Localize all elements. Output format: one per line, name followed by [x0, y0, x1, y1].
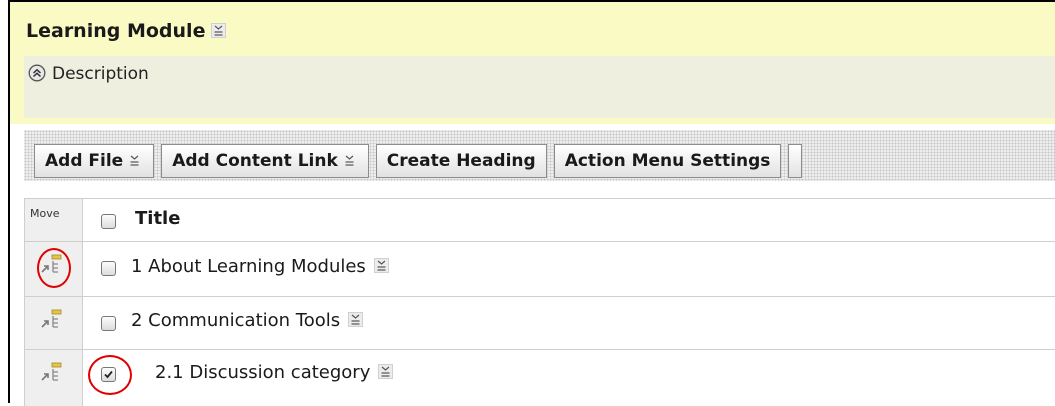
title-column-header: Title: [135, 208, 181, 229]
table-row: 1 About Learning Modules: [25, 242, 1055, 297]
row-checkbox-checked[interactable]: [101, 367, 116, 382]
move-drag-icon[interactable]: [38, 360, 64, 384]
move-cell: [25, 297, 83, 349]
row-title[interactable]: 2.1 Discussion category: [155, 362, 394, 383]
add-file-button[interactable]: Add File: [34, 144, 155, 178]
add-content-link-label: Add Content Link: [172, 151, 338, 171]
row-title[interactable]: 1 About Learning Modules: [131, 256, 389, 277]
context-menu-icon[interactable]: [378, 364, 394, 379]
context-menu-icon[interactable]: [373, 258, 389, 273]
content-table: Move Title 1 About Learning Modules 2 Co…: [24, 198, 1055, 406]
context-menu-icon[interactable]: [348, 312, 364, 327]
module-header: Learning Module Description: [10, 2, 1055, 124]
more-button[interactable]: [788, 144, 803, 178]
create-heading-label: Create Heading: [386, 151, 536, 171]
highlight-circle: [37, 248, 71, 288]
action-menu-settings-button[interactable]: Action Menu Settings: [553, 144, 782, 178]
row-title[interactable]: 2 Communication Tools: [131, 310, 364, 331]
checkmark-icon: [104, 370, 113, 379]
move-column-label: Move: [30, 207, 60, 220]
move-column-header: Move: [25, 199, 83, 241]
description-toggle[interactable]: Description: [28, 64, 149, 84]
dropdown-menu-icon: [128, 154, 143, 169]
row-title-text: 2.1 Discussion category: [155, 362, 371, 383]
table-header-row: Move Title: [25, 199, 1055, 242]
row-checkbox[interactable]: [101, 316, 116, 331]
description-label: Description: [52, 64, 149, 84]
dropdown-menu-icon: [343, 154, 358, 169]
module-title: Learning Module: [26, 20, 206, 42]
move-cell: [25, 350, 83, 406]
module-title-row: Learning Module: [26, 20, 227, 42]
move-drag-icon[interactable]: [38, 307, 64, 331]
add-content-link-button[interactable]: Add Content Link: [161, 144, 369, 178]
select-all-checkbox[interactable]: [101, 214, 116, 229]
table-row: 2 Communication Tools: [25, 297, 1055, 350]
context-menu-icon[interactable]: [211, 23, 227, 38]
row-title-text: 1 About Learning Modules: [131, 256, 366, 277]
action-menu-settings-label: Action Menu Settings: [564, 151, 771, 171]
row-checkbox[interactable]: [101, 261, 116, 276]
row-title-text: 2 Communication Tools: [131, 310, 341, 331]
toolbar: Add File Add Content Link Create Heading…: [34, 144, 803, 178]
add-file-label: Add File: [45, 151, 124, 171]
create-heading-button[interactable]: Create Heading: [375, 144, 547, 178]
learning-module-panel: Learning Module Description Add File Add…: [8, 0, 1055, 406]
table-row: 2.1 Discussion category: [25, 350, 1055, 406]
description-box: Description: [24, 56, 1055, 118]
collapse-up-icon[interactable]: [28, 64, 46, 82]
